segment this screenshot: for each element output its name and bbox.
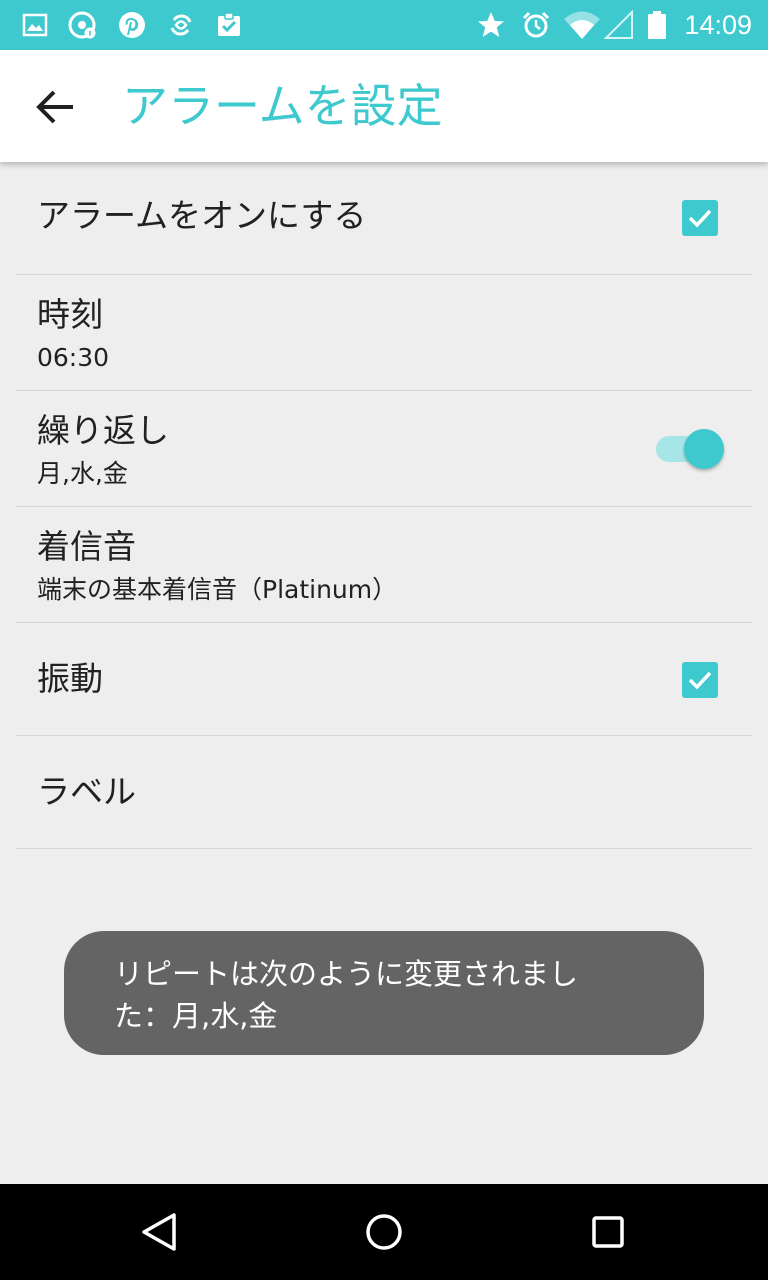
back-triangle-icon (142, 1213, 176, 1251)
clipboard-check-icon (218, 12, 240, 36)
nav-recents-button[interactable] (578, 1202, 638, 1262)
setting-repeat-value: 月,水,金 (37, 459, 128, 488)
app-info-icon (68, 11, 96, 39)
gallery-icon (22, 13, 48, 37)
page-title: アラームを設定 (122, 79, 443, 133)
setting-time-value: 06:30 (37, 343, 110, 372)
setting-label[interactable]: ラベル (16, 736, 752, 849)
battery-icon (648, 11, 666, 39)
setting-vibrate[interactable]: 振動 (16, 623, 752, 736)
setting-time-title: 時刻 (37, 295, 103, 334)
switch-thumb (684, 429, 724, 469)
settings-list: アラームをオンにする 時刻 06:30 繰り返し 月,水,金 着信音 端末の基本… (16, 162, 752, 849)
setting-repeat[interactable]: 繰り返し 月,水,金 (16, 391, 752, 507)
toast-line-1: リピートは次のように変更されまし (114, 957, 579, 991)
navigation-bar (0, 1184, 768, 1280)
setting-repeat-title: 繰り返し (37, 411, 169, 450)
home-circle-icon (366, 1214, 402, 1250)
setting-label-title: ラベル (37, 772, 136, 811)
setting-vibrate-title: 振動 (37, 659, 103, 698)
alarm-clock-icon (522, 11, 550, 38)
back-button[interactable] (20, 72, 90, 142)
check-icon (688, 209, 712, 228)
alarm-on-checkbox[interactable] (682, 200, 718, 236)
sync-app-icon (170, 14, 192, 36)
vibrate-checkbox[interactable] (682, 662, 718, 698)
star-icon (478, 12, 504, 37)
status-time: 14:09 (684, 10, 752, 40)
wifi-icon (564, 11, 600, 39)
toast-line-2: た：月,水,金 (114, 999, 278, 1033)
nav-home-button[interactable] (354, 1202, 414, 1262)
setting-ringtone-value: 端末の基本着信音（Platinum） (37, 575, 398, 604)
setting-time[interactable]: 時刻 06:30 (16, 275, 752, 391)
arrow-left-icon (36, 90, 73, 124)
repeat-toggle-switch[interactable] (654, 427, 726, 471)
status-bar: 14:09 (0, 0, 768, 50)
cell-signal-icon (603, 10, 633, 39)
setting-alarm-on-title: アラームをオンにする (37, 196, 367, 235)
nav-back-button[interactable] (130, 1202, 190, 1262)
setting-alarm-on[interactable]: アラームをオンにする (16, 162, 752, 275)
app-bar: アラームを設定 (0, 50, 768, 162)
check-icon (688, 671, 712, 690)
pinterest-icon (119, 12, 145, 38)
setting-ringtone[interactable]: 着信音 端末の基本着信音（Platinum） (16, 507, 752, 623)
toast-message: リピートは次のように変更されまし た：月,水,金 (64, 931, 704, 1055)
setting-ringtone-title: 着信音 (37, 527, 136, 566)
recents-square-icon (592, 1216, 624, 1248)
